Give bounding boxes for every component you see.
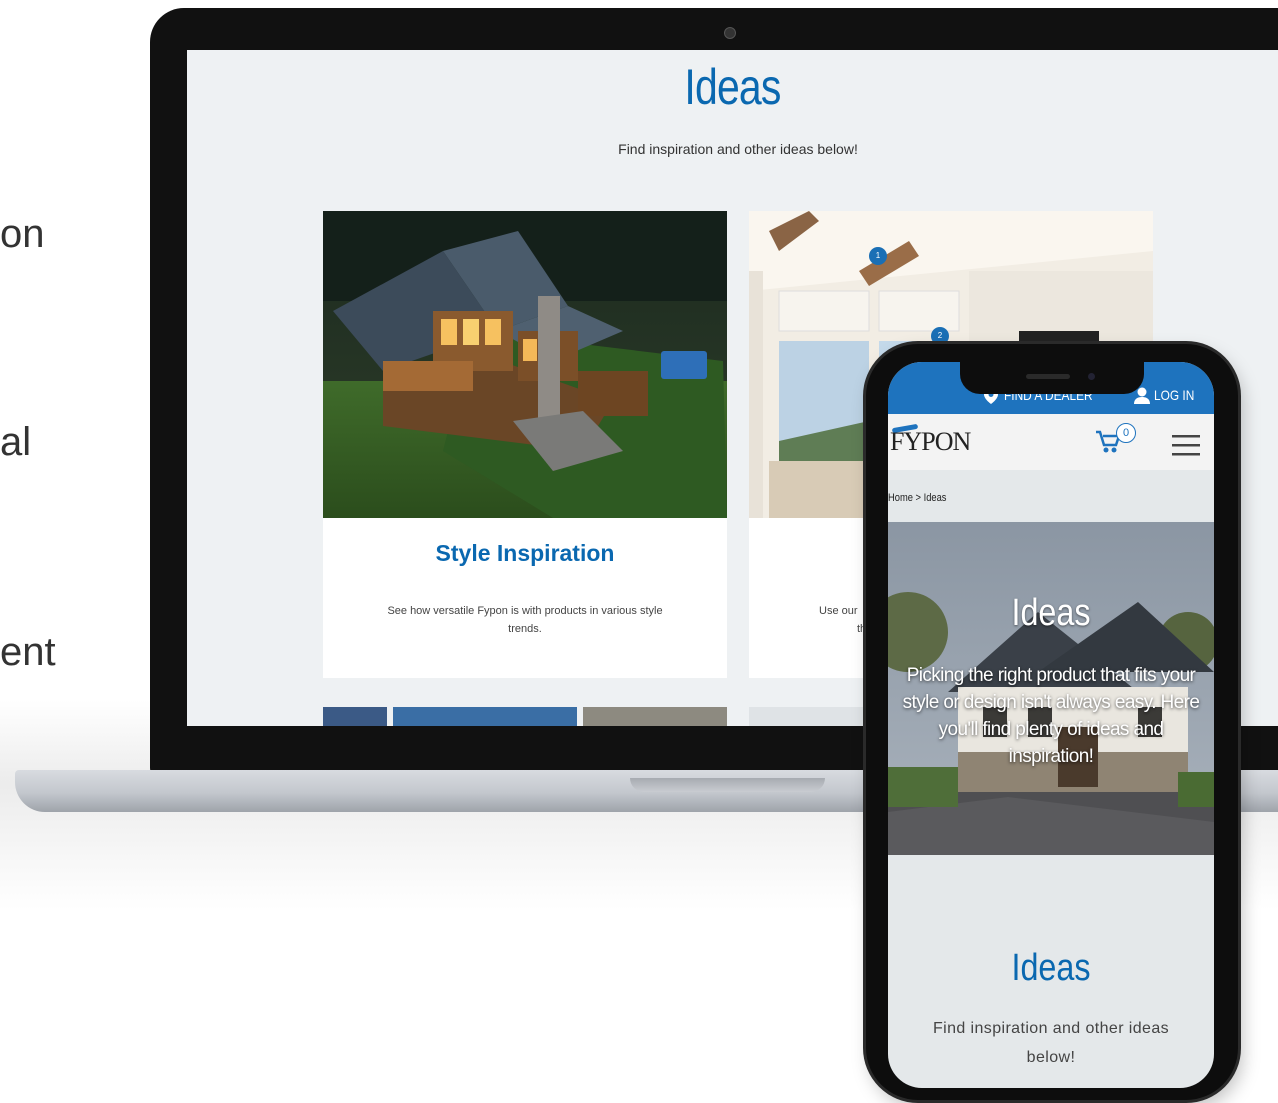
hero-title: Ideas — [1011, 592, 1091, 634]
page-title: Ideas — [684, 59, 781, 115]
mobile-header: FYPON 0 — [888, 414, 1214, 470]
fypon-logo[interactable]: FYPON — [890, 427, 971, 457]
next-card-photo-4[interactable] — [749, 707, 869, 726]
hamburger-menu-icon[interactable] — [1172, 434, 1200, 461]
hero-text: Picking the right product that fits your… — [902, 665, 1200, 767]
card-title[interactable]: Style Inspiration — [323, 540, 727, 567]
side-text-fragment-2: al — [0, 420, 32, 464]
card-description: See how versatile Fypon is with products… — [387, 605, 663, 635]
cart-count-badge[interactable]: 0 — [1116, 423, 1136, 443]
laptop-notch — [630, 778, 825, 792]
next-card-photo-2[interactable] — [393, 707, 577, 726]
side-text-fragment-1: on — [0, 212, 45, 256]
hotspot-1[interactable]: 1 — [869, 247, 887, 265]
user-icon[interactable] — [1134, 387, 1150, 409]
style-inspiration-card[interactable]: Style Inspiration See how versatile Fypo… — [323, 211, 727, 678]
phone-camera — [1088, 373, 1095, 380]
phone-frame: FIND A DEALER LOG IN FYPON 0 Home > Idea… — [866, 344, 1238, 1100]
phone-speaker — [1026, 374, 1070, 379]
next-card-photo-3[interactable] — [583, 707, 727, 726]
laptop-camera — [724, 27, 736, 39]
cabin-photo[interactable] — [323, 211, 727, 518]
hotspot-2[interactable]: 2 — [931, 327, 949, 345]
page-subtitle: Find inspiration and other ideas below! — [618, 141, 858, 157]
section-title: Ideas — [1011, 947, 1091, 989]
side-text-fragment-3: ent — [0, 630, 56, 674]
breadcrumb[interactable]: Home > Ideas — [888, 492, 946, 504]
phone-screen: FIND A DEALER LOG IN FYPON 0 Home > Idea… — [888, 362, 1214, 1088]
next-card-photo-1[interactable] — [323, 707, 387, 726]
section-subtitle: Find inspiration and other ideas below! — [932, 1020, 1170, 1066]
log-in-link[interactable]: LOG IN — [1154, 387, 1194, 403]
mobile-hero: Ideas Picking the right product that fit… — [888, 522, 1214, 855]
